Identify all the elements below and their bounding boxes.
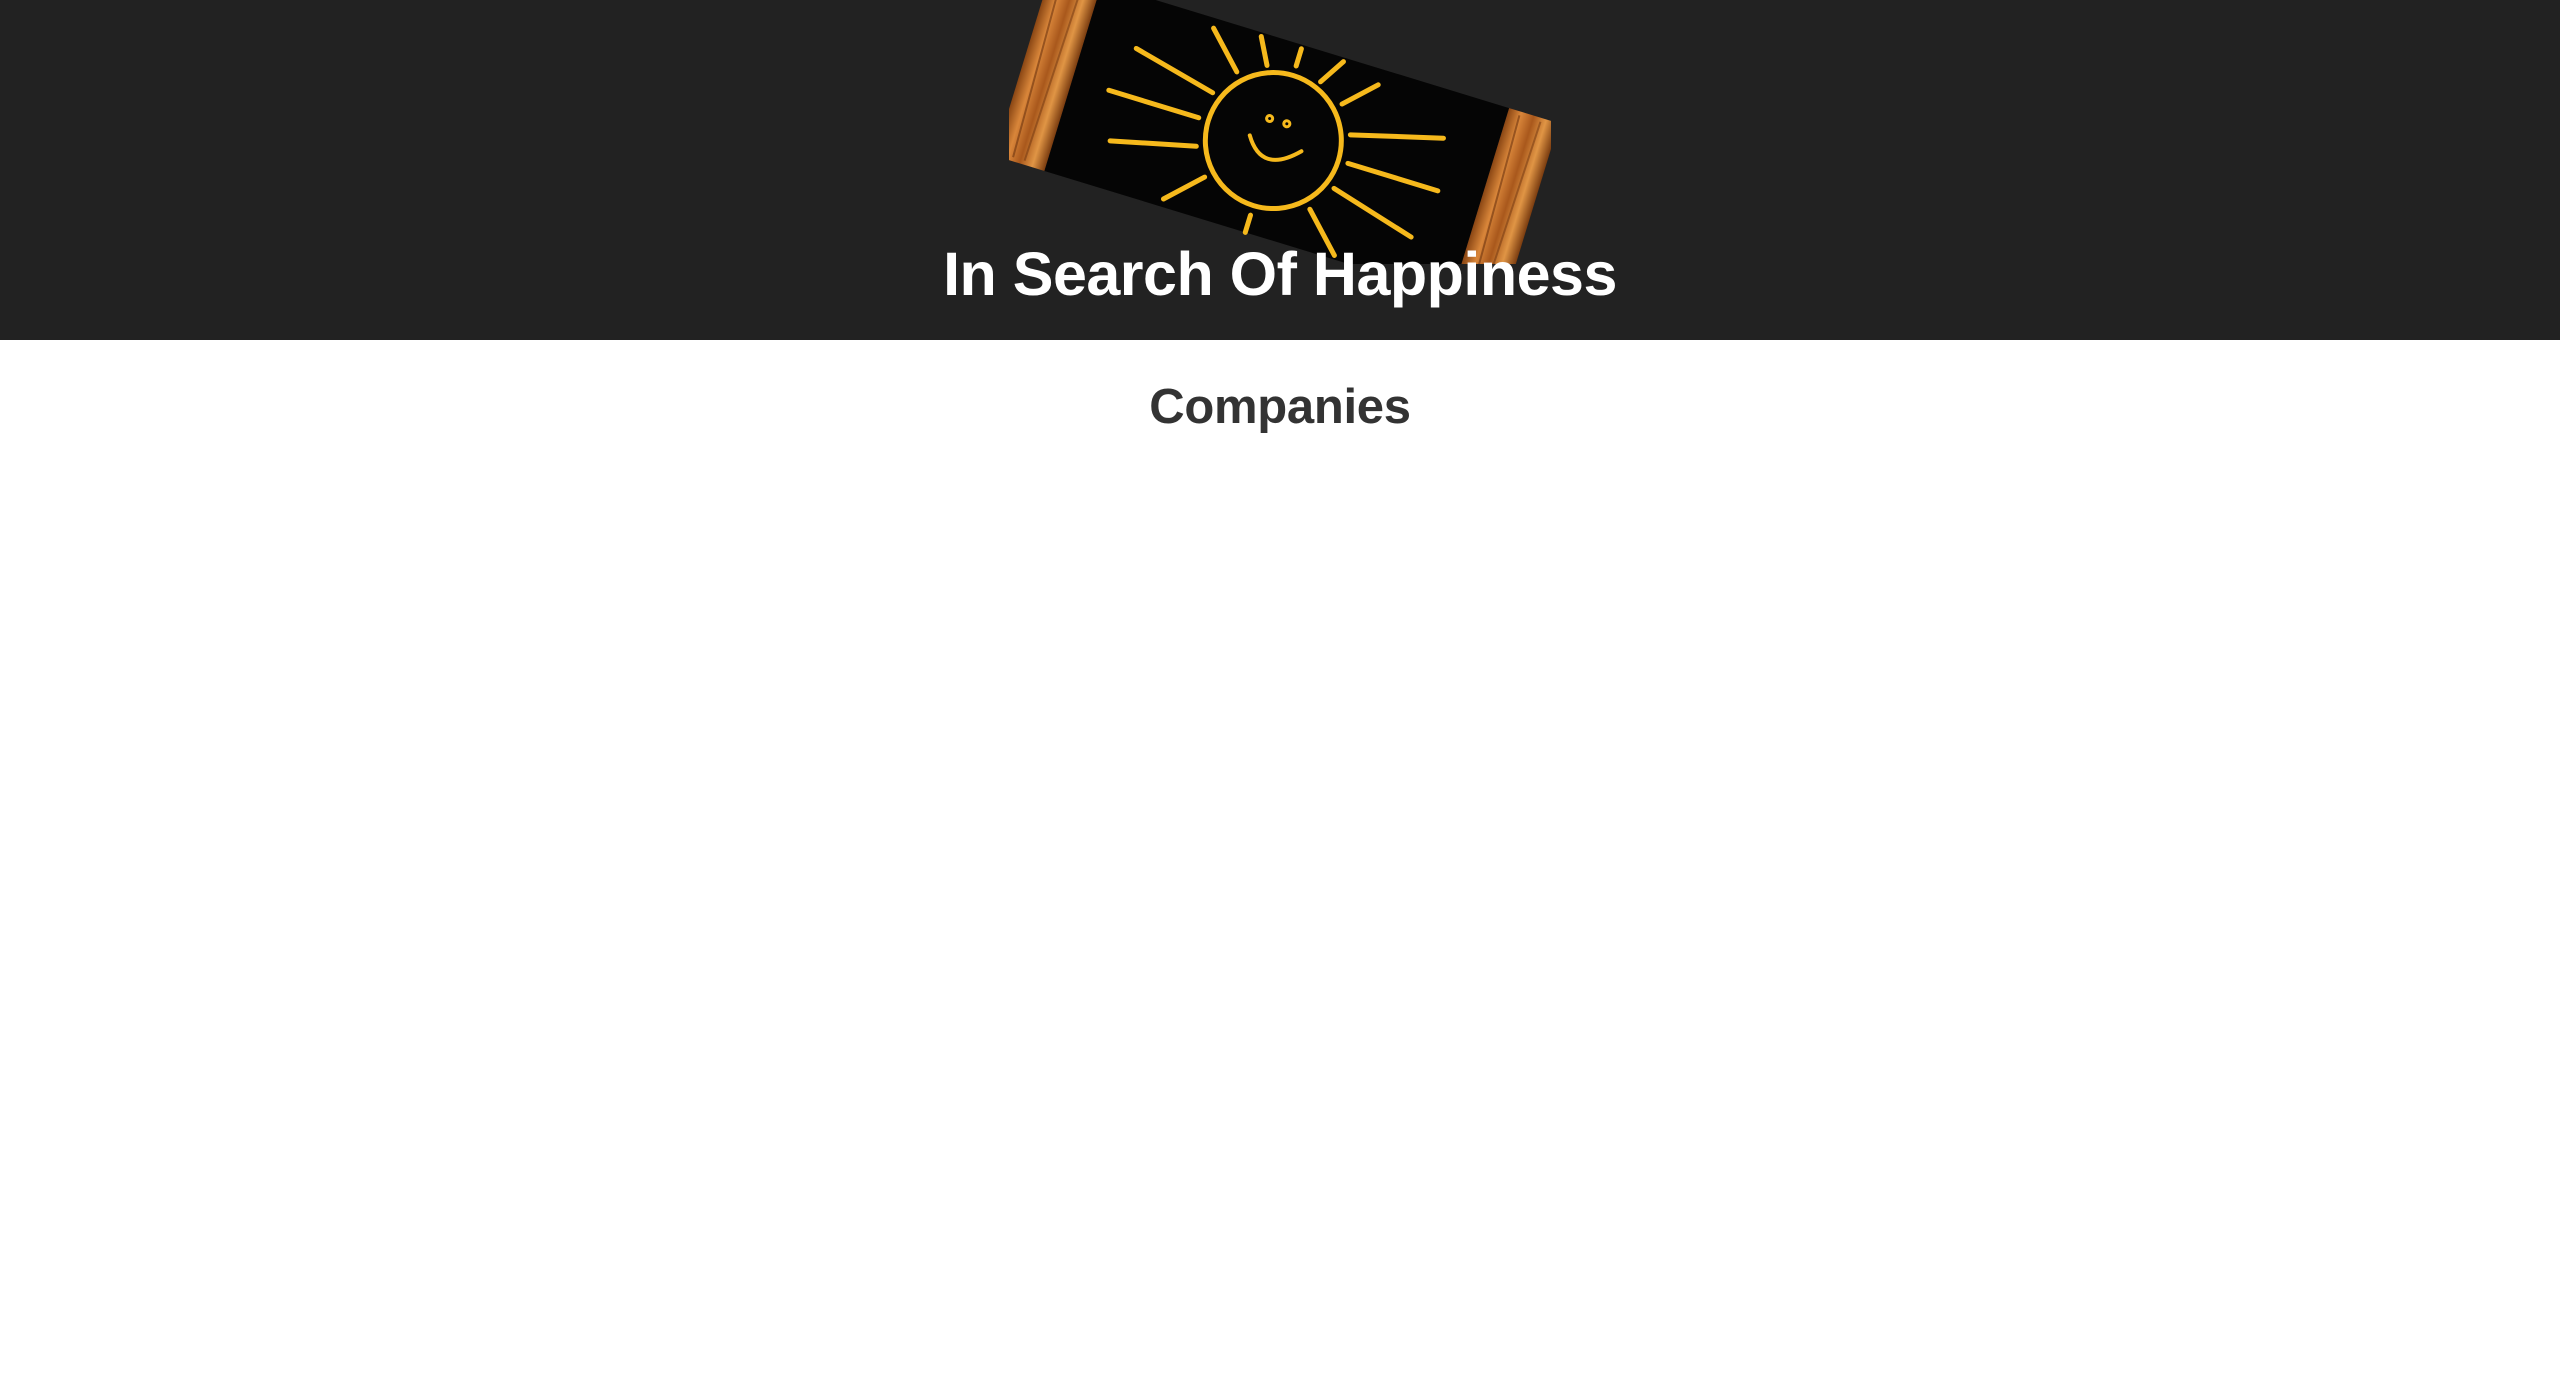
site-title[interactable]: In Search Of Happiness bbox=[0, 232, 2560, 316]
section-title: Companies bbox=[1149, 380, 1411, 434]
main-content bbox=[0, 340, 2560, 1388]
site-header: In Search Of Happiness bbox=[0, 0, 2560, 340]
smiling-sun-chalkboard-icon[interactable] bbox=[1009, 0, 1551, 264]
